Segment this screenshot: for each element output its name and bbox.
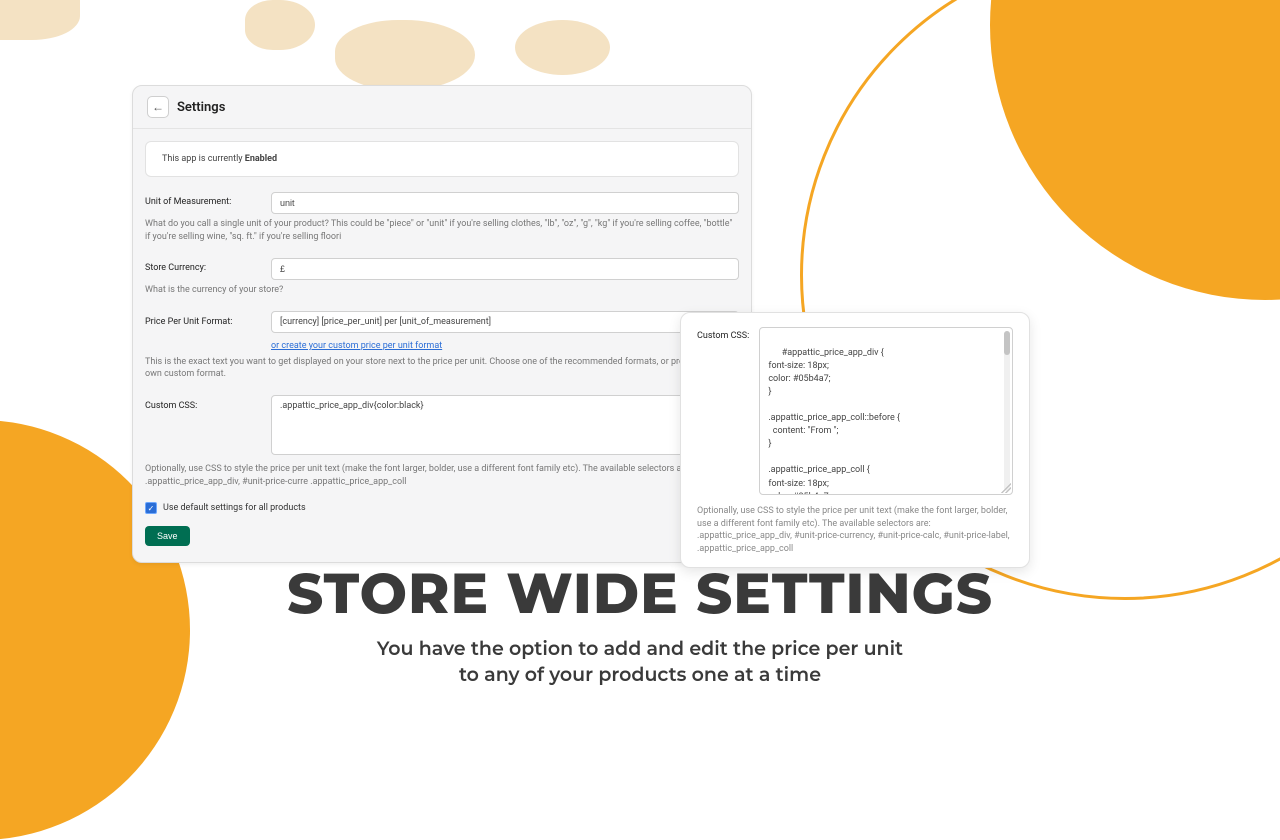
currency-help: What is the currency of your store? <box>145 284 739 297</box>
bg-blob-beige <box>0 0 80 40</box>
custom-css-label: Custom CSS: <box>145 395 271 411</box>
custom-format-link[interactable]: or create your custom price per unit for… <box>271 341 442 351</box>
save-button[interactable]: Save <box>145 526 190 546</box>
check-icon: ✓ <box>148 504 155 513</box>
hero-sub-line1: You have the option to add and edit the … <box>377 637 903 660</box>
hero-section: STORE WIDE SETTINGS You have the option … <box>0 560 1280 687</box>
bg-blob-beige <box>245 0 315 50</box>
custom-css-input[interactable] <box>271 395 739 455</box>
custom-css-popup: Custom CSS: #appattic_price_app_div { fo… <box>680 312 1030 568</box>
app-status-state: Enabled <box>245 154 277 164</box>
unit-label: Unit of Measurement: <box>145 191 271 207</box>
scrollbar-track[interactable] <box>1004 331 1010 491</box>
defaults-checkbox[interactable]: ✓ <box>145 502 157 514</box>
panel-header: ← Settings <box>133 86 751 129</box>
settings-panel: ← Settings This app is currently Enabled… <box>132 85 752 563</box>
currency-label: Store Currency: <box>145 257 271 273</box>
popup-css-textarea[interactable]: #appattic_price_app_div { font-size: 18p… <box>759 327 1013 495</box>
bg-blob-beige <box>335 20 475 90</box>
custom-css-help: Optionally, use CSS to style the price p… <box>145 463 739 488</box>
currency-input[interactable] <box>271 258 739 280</box>
unit-input[interactable] <box>271 192 739 214</box>
app-status-prefix: This app is currently <box>162 154 245 164</box>
hero-title: STORE WIDE SETTINGS <box>0 560 1280 628</box>
bg-blob-beige <box>515 20 610 75</box>
app-status-box: This app is currently Enabled <box>145 141 739 177</box>
popup-css-code: #appattic_price_app_div { font-size: 18p… <box>768 348 900 495</box>
format-help: This is the exact text you want to get d… <box>145 356 739 381</box>
unit-help: What do you call a single unit of your p… <box>145 218 739 243</box>
page-title: Settings <box>177 100 225 115</box>
popup-css-label: Custom CSS: <box>697 327 749 495</box>
arrow-left-icon: ← <box>152 100 164 114</box>
hero-sub-line2: to any of your products one at a time <box>459 663 821 686</box>
popup-css-help: Optionally, use CSS to style the price p… <box>697 505 1013 555</box>
hero-subtitle: You have the option to add and edit the … <box>0 636 1280 687</box>
format-label: Price Per Unit Format: <box>145 311 271 327</box>
scrollbar-thumb[interactable] <box>1004 331 1010 355</box>
resize-handle-icon[interactable] <box>1001 483 1011 493</box>
defaults-checkbox-row[interactable]: ✓ Use default settings for all products <box>145 502 739 514</box>
format-select[interactable]: [currency] [price_per_unit] per [unit_of… <box>271 311 739 333</box>
back-button[interactable]: ← <box>147 96 169 118</box>
format-select-value: [currency] [price_per_unit] per [unit_of… <box>280 317 491 327</box>
defaults-checkbox-label: Use default settings for all products <box>163 503 306 513</box>
